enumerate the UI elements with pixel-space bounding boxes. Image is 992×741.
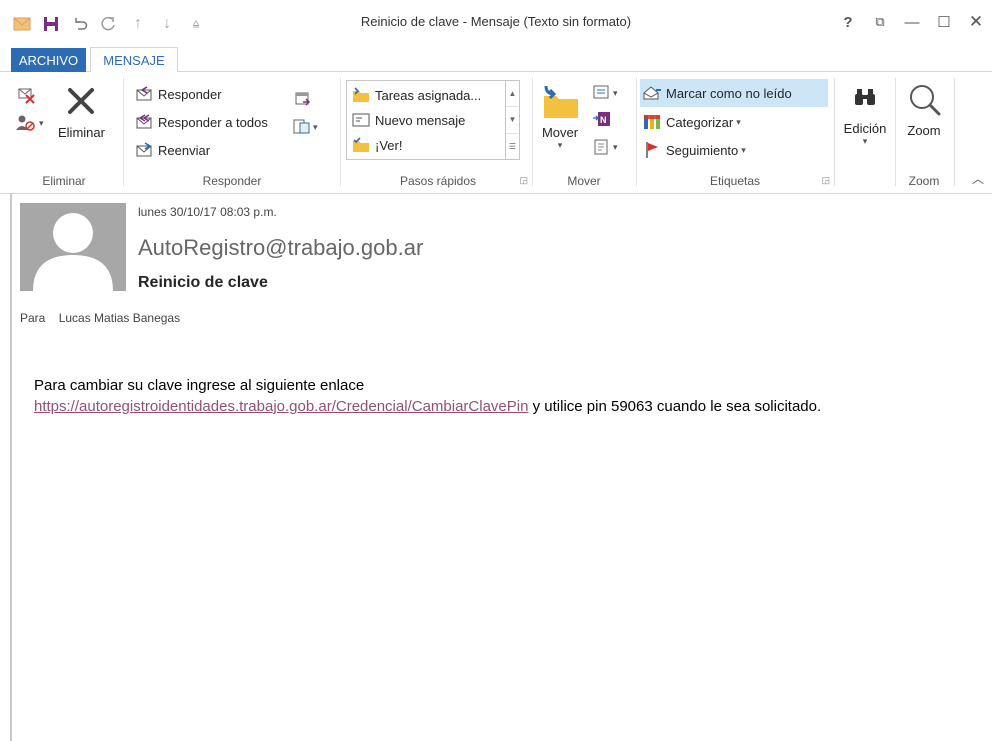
customize-icon[interactable]: ⩠ xyxy=(184,14,208,34)
reply-label: Responder xyxy=(158,86,222,102)
reading-pane-border xyxy=(10,194,12,741)
maximize-icon[interactable]: ☐ xyxy=(928,8,960,36)
ribbon-display-icon[interactable]: ⧉ xyxy=(864,8,896,36)
body-line-2-text: y utilice pin 59063 cuando le sea solici… xyxy=(528,398,822,415)
reply-all-icon xyxy=(134,113,154,131)
mark-unread-button[interactable]: Marcar como no leído xyxy=(642,81,792,105)
quick-access-toolbar: ↑ ↓ ⩠ xyxy=(10,14,213,34)
group-quick-steps: Pasos rápidos ◲ xyxy=(346,76,530,192)
forward-label: Reenviar xyxy=(158,142,211,158)
group-edicion: Edición ▾ xyxy=(836,76,894,192)
reply-icon xyxy=(134,85,154,103)
undo-icon[interactable] xyxy=(68,14,92,34)
group-responder: Responder Responder a todos Reenviar ▾ R… xyxy=(126,76,338,192)
move-label: Mover xyxy=(541,125,579,140)
window-title: Reinicio de clave - Mensaje (Texto sin f… xyxy=(360,14,632,29)
cleanup-icon[interactable]: ▾ xyxy=(16,114,44,132)
forward-button[interactable]: Reenviar xyxy=(134,138,210,162)
more-reply-icon[interactable]: ▾ xyxy=(292,118,318,136)
group-eliminar: ▾ Eliminar Eliminar xyxy=(8,76,120,192)
reply-all-button[interactable]: Responder a todos xyxy=(134,110,268,134)
body-line-2: https://autoregistroidentidades.trabajo.… xyxy=(34,398,821,415)
sender-address[interactable]: AutoRegistro@trabajo.gob.ar xyxy=(138,235,423,261)
followup-label: Seguimiento xyxy=(666,142,739,158)
to-label: Para xyxy=(20,311,46,325)
categorize-icon xyxy=(642,113,662,131)
group-label-mover: Mover xyxy=(567,174,601,188)
recipient-name[interactable]: Lucas Matias Banegas xyxy=(59,311,180,325)
message-date: lunes 30/10/17 08:03 p.m. xyxy=(138,205,277,219)
svg-text:N: N xyxy=(600,115,607,125)
chevron-down-icon: ▾ xyxy=(741,144,746,155)
mark-unread-icon xyxy=(642,84,662,102)
meeting-reply-icon[interactable] xyxy=(294,90,312,111)
title-bar: ↑ ↓ ⩠ Reinicio de clave - Mensaje (Texto… xyxy=(0,0,992,46)
magnifier-icon xyxy=(906,82,942,121)
editing-label: Edición xyxy=(843,121,887,136)
categorize-label: Categorizar xyxy=(666,114,734,130)
chevron-down-icon: ▾ xyxy=(736,116,741,127)
zoom-button[interactable]: Zoom xyxy=(897,82,951,138)
editing-button[interactable]: Edición ▾ xyxy=(836,86,894,147)
tab-message[interactable]: MENSAJE xyxy=(90,47,178,73)
collapse-ribbon-icon[interactable]: ︿ xyxy=(972,170,984,187)
reply-button[interactable]: Responder xyxy=(134,82,222,106)
close-icon[interactable]: ✕ xyxy=(960,8,992,36)
delete-icon xyxy=(64,84,98,121)
minimize-icon[interactable]: — xyxy=(896,8,928,36)
binoculars-icon xyxy=(853,86,877,111)
followup-button[interactable]: Seguimiento ▾ xyxy=(642,138,746,162)
delete-button[interactable]: Eliminar xyxy=(58,84,105,140)
up-icon[interactable]: ↑ xyxy=(126,14,150,34)
avatar xyxy=(20,203,126,291)
dialog-launcher-icon[interactable]: ◲ xyxy=(519,175,528,186)
tab-file[interactable]: ARCHIVO xyxy=(11,48,86,72)
categorize-button[interactable]: Categorizar ▾ xyxy=(642,110,741,134)
help-icon[interactable]: ? xyxy=(832,8,864,36)
group-etiquetas: Marcar como no leído Categorizar ▾ Segui… xyxy=(638,76,832,192)
group-label-responder: Responder xyxy=(202,174,262,188)
ribbon-tabs: ARCHIVO MENSAJE xyxy=(0,46,992,73)
mail-icon[interactable] xyxy=(10,14,34,34)
save-icon[interactable] xyxy=(39,14,63,34)
forward-icon xyxy=(134,141,154,159)
rules-icon[interactable]: ▾ xyxy=(592,84,618,102)
ignore-icon[interactable] xyxy=(16,86,36,107)
reset-link[interactable]: https://autoregistroidentidades.trabajo.… xyxy=(34,398,528,415)
body-line-1: Para cambiar su clave ingrese al siguien… xyxy=(34,377,365,394)
dialog-launcher-icon[interactable]: ◲ xyxy=(821,175,830,186)
down-icon[interactable]: ↓ xyxy=(155,14,179,34)
group-label-zoom: Zoom xyxy=(908,174,940,188)
ribbon: ▾ Eliminar Eliminar Responder Responder … xyxy=(0,72,992,194)
recipients: Para Lucas Matias Banegas xyxy=(20,311,180,325)
delete-label: Eliminar xyxy=(58,125,105,140)
move-button[interactable]: Mover ▾ xyxy=(540,84,580,151)
reply-all-label: Responder a todos xyxy=(158,114,268,130)
actions-icon[interactable]: ▾ xyxy=(592,138,618,156)
group-label-etiquetas: Etiquetas xyxy=(709,174,761,188)
group-zoom: Zoom Zoom xyxy=(897,76,951,192)
onenote-icon[interactable]: N xyxy=(592,110,612,131)
chevron-down-icon: ▾ xyxy=(557,140,563,150)
group-label-quick-steps: Pasos rápidos xyxy=(399,174,477,188)
flag-icon xyxy=(642,141,662,159)
chevron-down-icon: ▾ xyxy=(862,136,868,146)
move-folder-icon xyxy=(540,84,580,123)
group-label-eliminar: Eliminar xyxy=(42,174,86,188)
group-mover: Mover ▾ ▾ N ▾ Mover xyxy=(534,76,634,192)
mark-unread-label: Marcar como no leído xyxy=(666,85,792,101)
zoom-label: Zoom xyxy=(907,123,941,138)
message-subject: Reinicio de clave xyxy=(138,274,268,291)
redo-icon[interactable] xyxy=(97,14,121,34)
